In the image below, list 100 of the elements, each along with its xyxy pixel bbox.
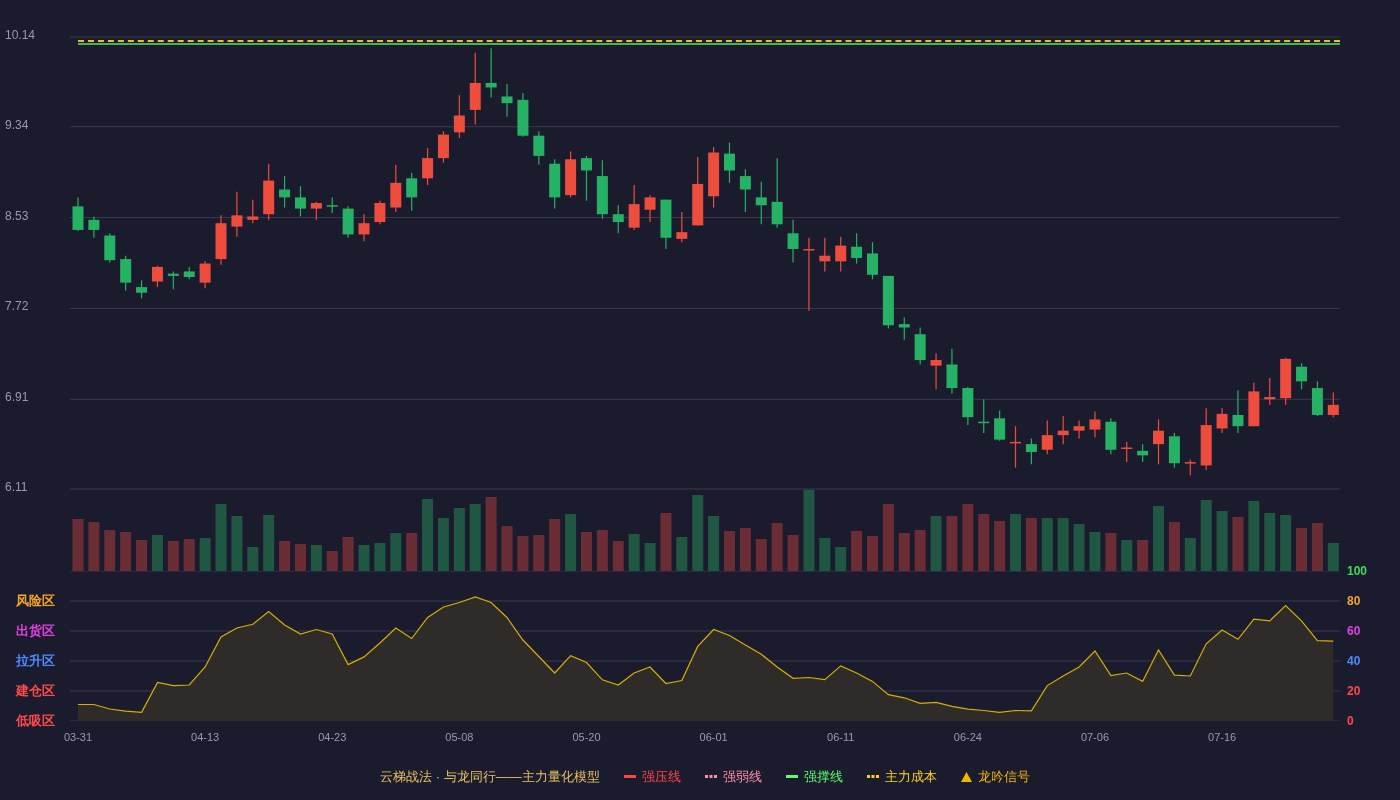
candlestick: [1232, 389, 1244, 434]
candlestick: [898, 316, 910, 341]
candlestick: [612, 204, 624, 234]
candlestick: [867, 241, 878, 280]
candlestick: [676, 211, 688, 243]
candlestick: [835, 236, 847, 272]
candlestick: [72, 196, 84, 232]
candlestick: [183, 266, 195, 280]
candlestick: [962, 386, 974, 426]
axis-label: 8.53: [5, 208, 29, 223]
axis-label: 06-24: [953, 731, 982, 744]
candlestick: [1153, 418, 1164, 465]
candlestick: [485, 47, 497, 99]
candlestick: [501, 83, 513, 118]
candlestick: [120, 255, 132, 292]
axis-label: 6.11: [5, 480, 28, 494]
axis-label: 04-23: [318, 731, 347, 744]
candlestick: [199, 260, 211, 289]
candlestick: [930, 352, 942, 390]
candlestick: [422, 147, 434, 186]
candlestick: [231, 191, 243, 238]
candlestick: [1311, 380, 1323, 417]
candlestick: [406, 172, 418, 212]
candlestick: [1010, 425, 1021, 469]
zone-label: 建仓区: [16, 683, 55, 698]
candlestick: [136, 279, 148, 299]
legend-title: 云梯战法 · 与龙同行——主力量化模型: [380, 768, 600, 786]
candlestick: [1137, 443, 1149, 463]
candlestick: [1168, 432, 1180, 469]
axis-label: 03-31: [63, 731, 93, 744]
legend-label: 强压线: [641, 768, 681, 786]
candlestick: [215, 214, 227, 266]
candlestick: [1280, 357, 1292, 406]
axis-label: 20: [1347, 685, 1361, 698]
candlestick: [88, 215, 100, 239]
candlestick: [310, 201, 322, 221]
candlestick: [739, 168, 751, 213]
zone-label: 低吸区: [16, 713, 55, 728]
candlestick: [755, 181, 767, 225]
candlestick: [819, 237, 831, 272]
candlestick: [1089, 411, 1101, 438]
candlestick: [1073, 419, 1085, 440]
axis-label: 06-11: [827, 731, 855, 744]
candlestick: [342, 205, 354, 239]
axis-label: 7.72: [5, 299, 29, 314]
candlestick: [453, 94, 465, 139]
zone-label: 出货区: [16, 623, 55, 638]
axis-label: 07-16: [1208, 731, 1237, 744]
candlestick: [978, 398, 990, 434]
axis-label: 06-01: [699, 731, 728, 744]
axis-label: 05-20: [572, 731, 601, 744]
candlestick: [1200, 407, 1212, 471]
candlestick: [1025, 437, 1037, 465]
candlestick: [644, 194, 656, 223]
candlestick: [596, 159, 608, 220]
axis-label: 07-06: [1080, 731, 1109, 744]
axis-label: 60: [1347, 625, 1361, 638]
candlestick: [724, 141, 735, 184]
candlestick: [1264, 377, 1276, 406]
axis-label: 9.34: [5, 117, 29, 132]
legend-label: 强撑线: [803, 768, 843, 786]
candlestick: [1216, 407, 1228, 434]
candlestick: [390, 164, 402, 213]
candlestick: [104, 232, 116, 264]
candlestick: [279, 175, 291, 209]
legend-label: 龙吟信号: [977, 768, 1030, 786]
axis-label: 0: [1347, 715, 1354, 728]
candlestick: [517, 92, 529, 138]
candlestick: [771, 157, 783, 229]
candlestick: [247, 199, 259, 224]
axis-label: 04-13: [191, 731, 220, 744]
candlestick: [660, 199, 672, 250]
candlestick: [533, 130, 545, 166]
axis-label: 05-08: [445, 731, 474, 744]
candlestick: [692, 156, 704, 227]
candlestick: [549, 158, 561, 210]
candlestick: [994, 409, 1006, 442]
zone-label: 风险区: [16, 593, 55, 608]
candlestick: [1105, 417, 1117, 455]
candlestick: [1121, 441, 1133, 463]
candlestick: [851, 232, 863, 265]
candlestick: [914, 326, 926, 366]
candlestick: [708, 146, 720, 209]
axis-label: 10.14: [5, 28, 36, 42]
axis-label: 80: [1347, 595, 1361, 608]
candlestick: [437, 130, 449, 164]
candlestick: [1041, 419, 1053, 455]
candlestick: [374, 200, 386, 225]
zone-label: 拉升区: [16, 653, 55, 668]
candlestick: [1296, 362, 1308, 390]
candlestick: [151, 265, 163, 288]
candlestick: [882, 275, 894, 330]
candlestick: [1184, 459, 1196, 477]
candlestick: [1327, 391, 1339, 418]
candlestick: [581, 155, 592, 202]
legend-label: 强弱线: [722, 768, 762, 786]
candlestick: [358, 213, 370, 242]
candlestick: [628, 184, 640, 231]
candlestick: [294, 185, 306, 218]
candlestick: [263, 163, 275, 221]
